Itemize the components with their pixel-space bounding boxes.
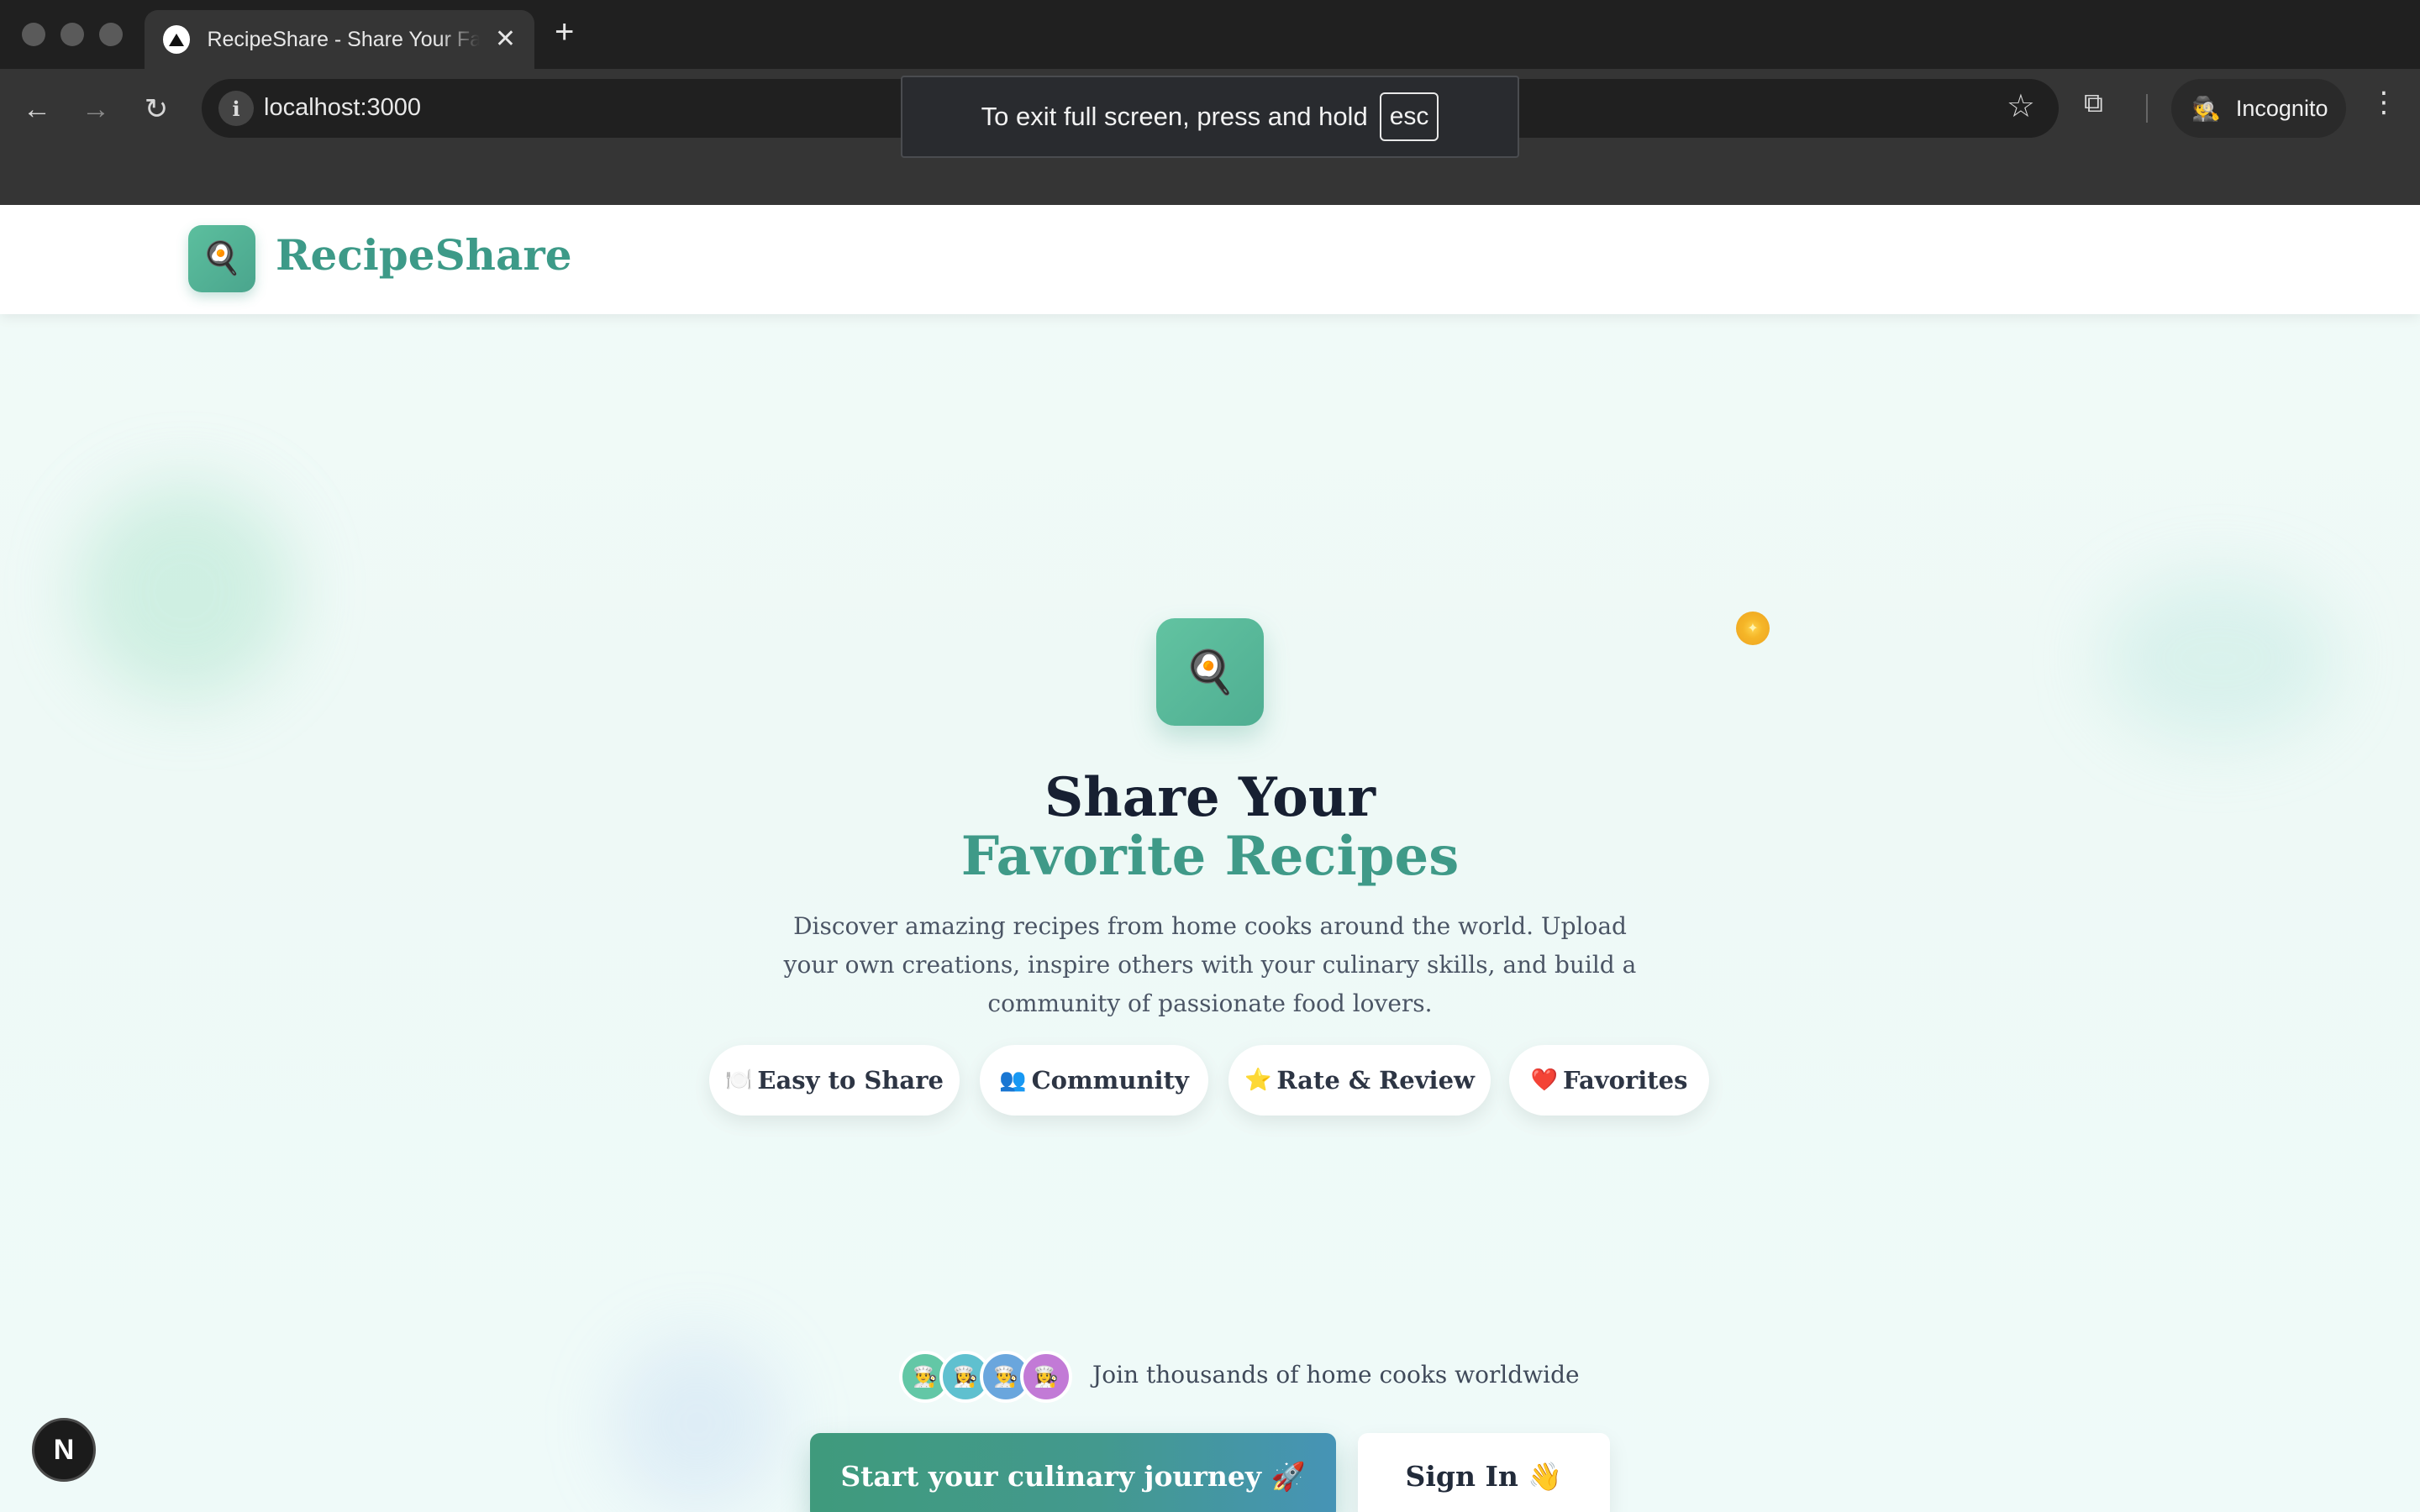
feature-pill-community: 👥 Community: [980, 1045, 1208, 1116]
forward-icon[interactable]: →: [77, 91, 114, 128]
join-text: Join thousands of home cooks worldwide: [1092, 1361, 1580, 1389]
feature-label: Rate & Review: [1276, 1066, 1475, 1095]
start-journey-button[interactable]: Start your culinary journey 🚀: [810, 1433, 1336, 1512]
feature-label: Community: [1031, 1066, 1189, 1095]
fullscreen-notice: To exit full screen, press and hold esc: [901, 76, 1519, 158]
bookmark-star-icon[interactable]: ☆: [2007, 87, 2035, 125]
new-tab-button[interactable]: +: [555, 15, 574, 49]
logo-icon[interactable]: 🍳: [188, 225, 255, 292]
window-maximize-dot[interactable]: [99, 23, 123, 46]
reload-icon[interactable]: ↻: [138, 91, 175, 128]
decor-blob: [2101, 575, 2336, 743]
window-close-dot[interactable]: [22, 23, 45, 46]
feature-pill-easy-to-share: 🍽️ Easy to Share: [709, 1045, 960, 1116]
feature-pill-rate-review: ⭐ Rate & Review: [1228, 1045, 1491, 1116]
site-header: 🍳 RecipeShare: [0, 205, 2420, 314]
hero-title-line2: Favorite Recipes: [960, 825, 1460, 888]
hero-cooking-icon: 🍳: [1156, 618, 1264, 726]
url-text[interactable]: localhost:3000: [264, 94, 421, 122]
feature-label: Easy to Share: [757, 1066, 944, 1095]
heart-icon: ❤️: [1530, 1068, 1558, 1093]
incognito-icon: 🕵: [2191, 95, 2221, 122]
avatar: 👩‍🍳: [1020, 1351, 1072, 1403]
plate-icon: 🍽️: [725, 1068, 753, 1093]
sparkle-icon: ✦: [1736, 612, 1770, 645]
feature-pill-favorites: ❤️ Favorites: [1509, 1045, 1709, 1116]
decor-blob: [76, 482, 294, 701]
favicon-icon: [163, 25, 191, 54]
hero-title-line1: Share Your: [1044, 766, 1376, 829]
feature-label: Favorites: [1562, 1066, 1688, 1095]
incognito-label: Incognito: [2235, 95, 2328, 121]
browser-tab[interactable]: RecipeShare - Share Your Favorite Recipe…: [145, 10, 534, 69]
decor-blob: [613, 1339, 781, 1507]
tab-close-icon[interactable]: ✕: [495, 27, 516, 52]
window-minimize-dot[interactable]: [60, 23, 84, 46]
back-icon[interactable]: ←: [18, 91, 55, 128]
nextjs-dev-badge-icon[interactable]: N: [32, 1418, 96, 1482]
fullscreen-message: To exit full screen, press and hold: [981, 102, 1368, 131]
esc-key-badge: esc: [1379, 92, 1439, 141]
toolbar-divider: [2146, 94, 2148, 123]
avatar-stack: 👨‍🍳 👩‍🍳 👨‍🍳 👩‍🍳: [899, 1351, 1076, 1404]
brand-name[interactable]: RecipeShare: [276, 230, 572, 280]
media-lens-icon[interactable]: ⧉: [2084, 87, 2103, 119]
incognito-button[interactable]: 🕵 Incognito: [2171, 79, 2346, 138]
more-menu-icon[interactable]: ⋮: [2370, 86, 2398, 119]
people-icon: 👥: [999, 1068, 1027, 1093]
browser-titlebar: RecipeShare - Share Your Favorite Recipe…: [0, 0, 2420, 69]
page-content: 🍳 RecipeShare 🍳 ✦ Share Your Favorite Re…: [0, 205, 2420, 1512]
sign-in-button[interactable]: Sign In 👋: [1358, 1433, 1610, 1512]
star-icon: ⭐: [1244, 1068, 1272, 1093]
tab-title: RecipeShare - Share Your Favorite Recipe…: [207, 27, 480, 51]
hero-description: Discover amazing recipes from home cooks…: [783, 912, 1637, 1017]
site-info-icon[interactable]: i: [218, 91, 254, 126]
